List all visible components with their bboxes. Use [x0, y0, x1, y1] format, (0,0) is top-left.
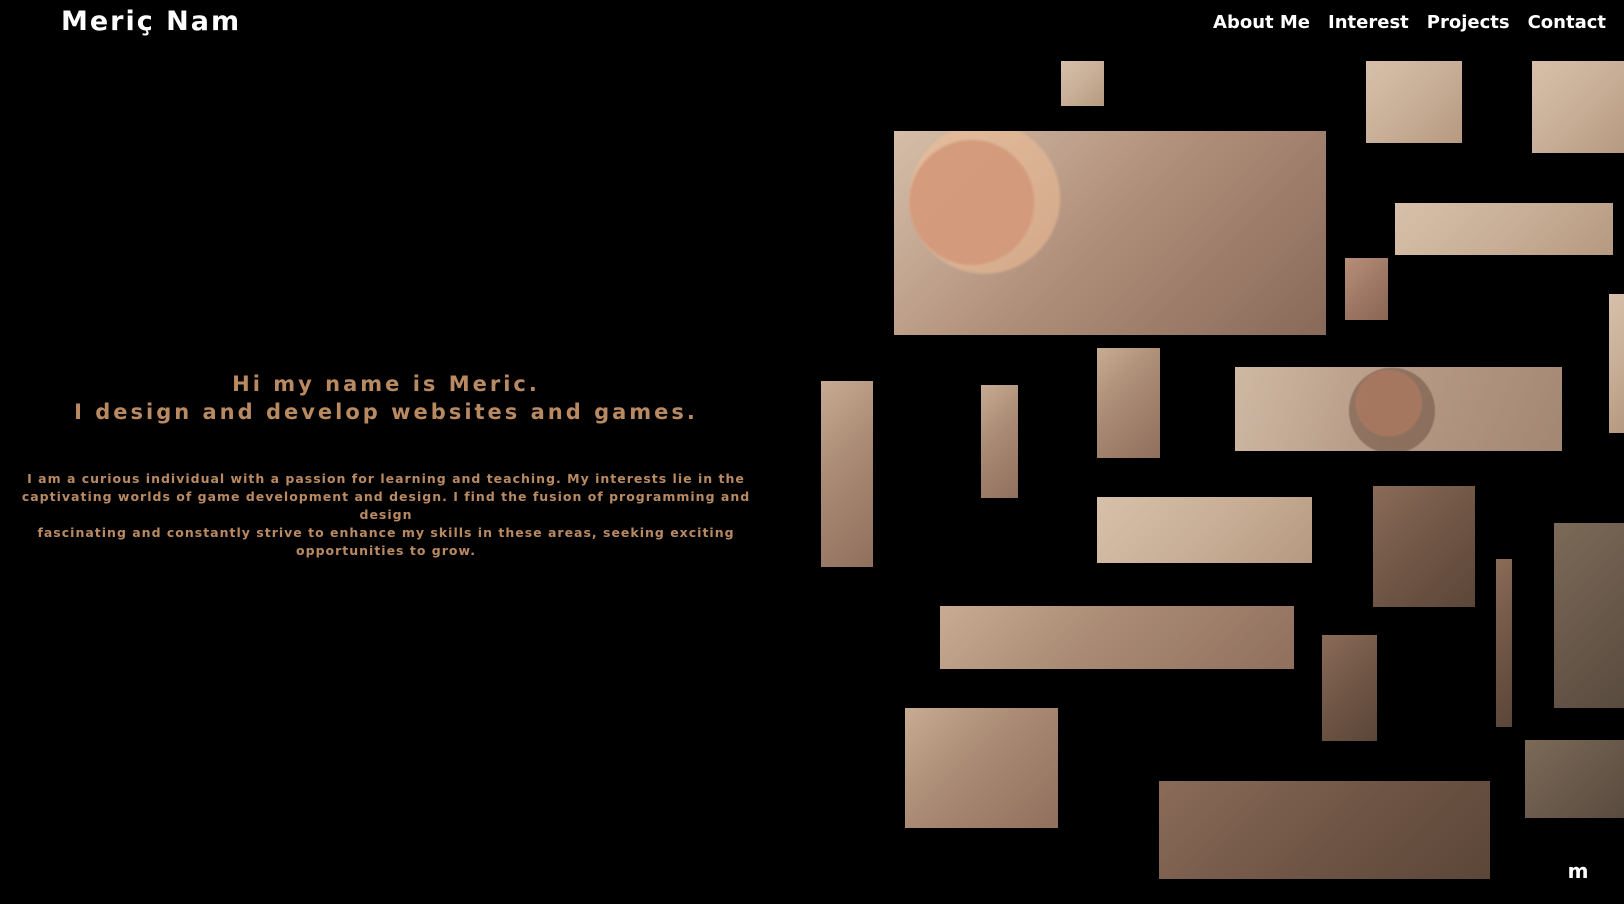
portrait-image-1: [894, 131, 1326, 335]
bio-section: I am a curious individual with a passion…: [0, 470, 772, 560]
site-brand[interactable]: Meriç Nam: [61, 6, 241, 37]
nav-interest[interactable]: Interest: [1328, 12, 1409, 33]
mosaic-tile: [1345, 258, 1388, 320]
mosaic-tile: [940, 606, 1294, 669]
mosaic-tile: [1554, 523, 1624, 708]
bio-line-1: I am a curious individual with a passion…: [27, 471, 745, 486]
mosaic-tile: [1366, 61, 1462, 143]
mosaic-tile: [1609, 294, 1624, 433]
nav-contact[interactable]: Contact: [1528, 12, 1606, 33]
mosaic-tile: [1373, 486, 1475, 607]
mosaic-tile: [905, 708, 1058, 828]
mosaic-tile: [1159, 781, 1490, 879]
hero-line-2: I design and develop websites and games.: [74, 400, 698, 424]
mosaic-tile: [1061, 61, 1104, 106]
nav-about-me[interactable]: About Me: [1213, 12, 1310, 33]
main-nav: About Me Interest Projects Contact: [1213, 12, 1606, 33]
mosaic-tile: [821, 381, 873, 567]
nav-projects[interactable]: Projects: [1427, 12, 1510, 33]
mosaic-tile-portrait: [894, 131, 1326, 335]
mosaic-tile: [1395, 203, 1613, 255]
mosaic-tile: [1496, 559, 1512, 727]
mosaic-tile: [981, 385, 1018, 498]
mosaic-tile: [1532, 61, 1624, 153]
portrait-image-2: [1235, 367, 1562, 451]
top-navigation-bar: Meriç Nam About Me Interest Projects Con…: [0, 0, 1624, 56]
hero-line-1: Hi my name is Meric.: [232, 372, 540, 396]
mosaic-tile: [1097, 497, 1312, 563]
mosaic-tile: [1525, 740, 1624, 818]
mosaic-tile-portrait: [1235, 367, 1562, 451]
bio-line-4: opportunities to grow.: [296, 543, 476, 558]
mosaic-tile: [1097, 348, 1160, 458]
bio-line-2: captivating worlds of game development a…: [21, 489, 751, 522]
m-logo-icon[interactable]: m: [1567, 860, 1589, 882]
bio-line-3: fascinating and constantly strive to enh…: [37, 525, 735, 540]
hero-section: Hi my name is Meric. I design and develo…: [0, 370, 772, 426]
mosaic-tile: [1322, 635, 1377, 741]
